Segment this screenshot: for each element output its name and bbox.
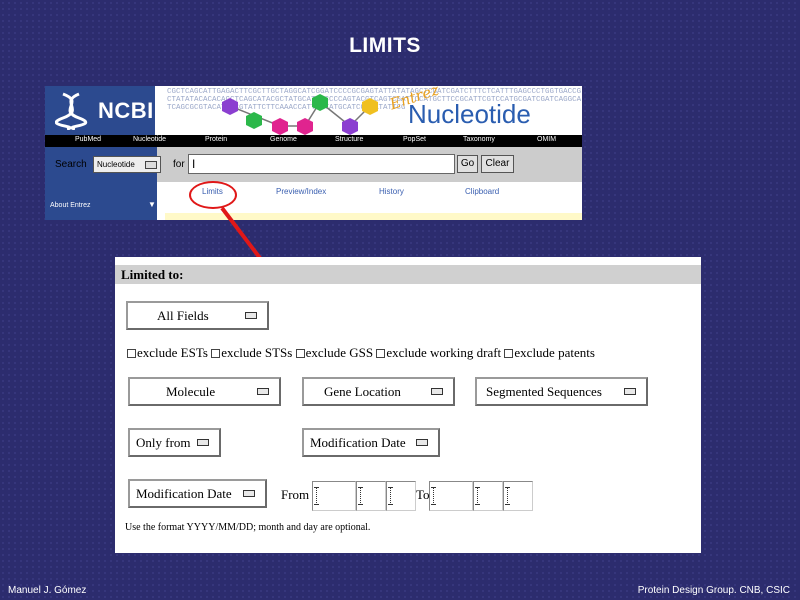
exclude-working-draft-checkbox[interactable]: exclude working draft — [376, 345, 501, 361]
nav-taxonomy[interactable]: Taxonomy — [463, 136, 495, 143]
chevron-down-icon — [416, 439, 428, 446]
from-month-input[interactable] — [356, 481, 386, 511]
modification-date-select-value: Modification Date — [310, 435, 406, 450]
field-select-value: All Fields — [157, 308, 209, 323]
only-from-select-value: Only from — [136, 435, 191, 450]
footer-organization: Protein Design Group. CNB, CSIC — [637, 585, 790, 596]
dna-helix-icon — [55, 92, 88, 130]
ncbi-logo-text: NCBI — [98, 98, 154, 123]
ncbi-database-nav: PubMed Nucleotide Protein Genome Structu… — [45, 135, 582, 147]
date-type-select[interactable]: Modification Date — [128, 479, 267, 508]
search-label: Search — [55, 159, 87, 170]
exclude-ests-checkbox[interactable]: exclude ESTs — [127, 345, 208, 361]
nav-structure[interactable]: Structure — [335, 136, 363, 143]
to-day-input[interactable] — [503, 481, 533, 511]
checkbox-icon — [376, 349, 386, 358]
results-strip — [165, 213, 582, 220]
clear-button[interactable]: Clear — [481, 155, 514, 173]
exclude-stss-label: exclude STSs — [221, 345, 293, 360]
date-format-note: Use the format YYYY/MM/DD; month and day… — [125, 522, 371, 533]
to-month-input[interactable] — [473, 481, 503, 511]
only-from-select[interactable]: Only from — [128, 428, 221, 457]
footer-author: Manuel J. Gómez — [8, 585, 87, 596]
to-label: To — [416, 487, 430, 502]
nav-genome[interactable]: Genome — [270, 136, 297, 143]
chevron-down-icon — [145, 161, 157, 169]
tab-preview-index[interactable]: Preview/Index — [276, 187, 326, 196]
chevron-down-icon — [243, 490, 255, 497]
ncbi-logo[interactable]: NCBI — [45, 86, 155, 135]
exclude-ests-label: exclude ESTs — [137, 345, 208, 360]
nav-protein[interactable]: Protein — [205, 136, 227, 143]
to-year-input[interactable] — [429, 481, 473, 511]
nav-omim[interactable]: OMIM — [537, 136, 556, 143]
chevron-down-icon — [245, 312, 257, 319]
nav-popset[interactable]: PopSet — [403, 136, 426, 143]
chevron-down-icon — [257, 388, 269, 395]
tab-history[interactable]: History — [379, 187, 404, 196]
slide-title: LIMITS — [349, 34, 421, 57]
from-day-input[interactable] — [386, 481, 416, 511]
from-label: From — [281, 487, 310, 502]
database-select-value: Nucleotide — [97, 160, 135, 169]
checkbox-icon — [211, 349, 221, 358]
tab-clipboard[interactable]: Clipboard — [465, 187, 499, 196]
exclude-checkboxes: exclude ESTs exclude STSs exclude GSS ex… — [127, 345, 595, 361]
segmented-sequences-select[interactable]: Segmented Sequences — [475, 377, 648, 406]
nav-pubmed[interactable]: PubMed — [75, 136, 101, 143]
sidebar-arrow-icon: ▼ — [148, 200, 156, 209]
checkbox-icon — [295, 349, 305, 358]
limited-to-label: Limited to: — [121, 267, 184, 282]
checkbox-icon — [127, 349, 136, 358]
limits-highlight-circle — [189, 181, 237, 209]
database-select[interactable]: Nucleotide — [93, 156, 161, 173]
chevron-down-icon — [624, 388, 636, 395]
exclude-stss-checkbox[interactable]: exclude STSs — [211, 345, 292, 361]
checkbox-icon — [504, 349, 514, 358]
segmented-sequences-select-value: Segmented Sequences — [486, 384, 602, 399]
gene-location-select-value: Gene Location — [324, 384, 401, 399]
gene-location-select[interactable]: Gene Location — [302, 377, 455, 406]
from-year-input[interactable] — [312, 481, 356, 511]
nav-nucleotide[interactable]: Nucleotide — [133, 136, 166, 143]
chevron-down-icon — [431, 388, 443, 395]
molecule-select-value: Molecule — [166, 384, 216, 399]
ncbi-screenshot: CGCTCAGCATTGAGACTTCGCTTGCTAGGCATCGGATCCC… — [45, 86, 582, 220]
exclude-gss-checkbox[interactable]: exclude GSS — [295, 345, 374, 361]
modification-date-select[interactable]: Modification Date — [302, 428, 440, 457]
for-label: for — [173, 159, 185, 170]
date-type-select-value: Modification Date — [136, 486, 232, 501]
molecule-select[interactable]: Molecule — [128, 377, 281, 406]
go-button[interactable]: Go — [457, 155, 478, 173]
exclude-working-draft-label: exclude working draft — [386, 345, 502, 360]
nucleotide-wordmark: Nucleotide — [408, 99, 531, 129]
field-select[interactable]: All Fields — [126, 301, 269, 330]
ncbi-banner: CGCTCAGCATTGAGACTTCGCTTGCTAGGCATCGGATCCC… — [45, 86, 582, 135]
about-entrez-link[interactable]: About Entrez — [50, 202, 90, 209]
exclude-patents-checkbox[interactable]: exclude patents — [504, 345, 595, 361]
exclude-patents-label: exclude patents — [514, 345, 595, 360]
exclude-gss-label: exclude GSS — [305, 345, 374, 360]
limits-header: Limited to: — [115, 265, 701, 284]
limits-panel: Limited to: All Fields exclude ESTs excl… — [115, 257, 701, 553]
molecule-graphic-icon — [222, 94, 378, 135]
chevron-down-icon — [197, 439, 209, 446]
search-term-input[interactable]: I — [188, 154, 455, 174]
